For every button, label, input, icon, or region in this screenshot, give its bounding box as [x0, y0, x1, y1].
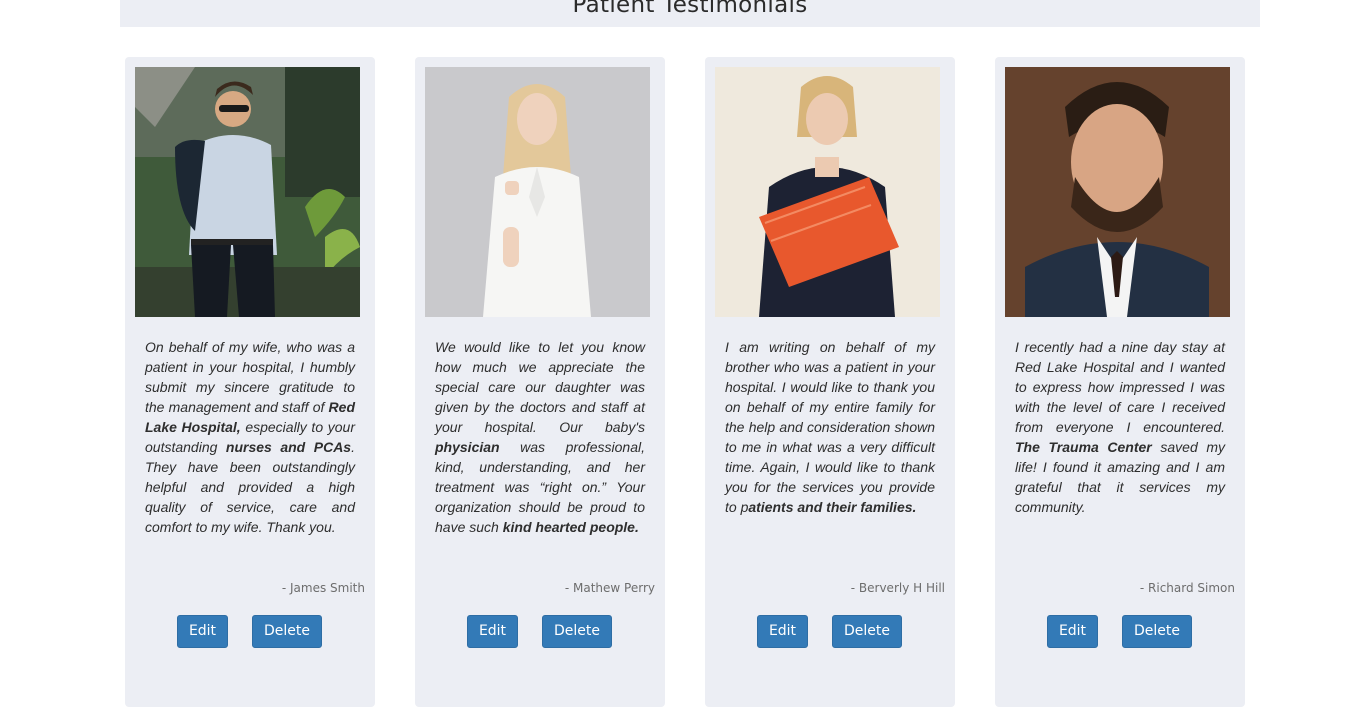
testimonial-photo [715, 67, 940, 317]
testimonial-card: We would like to let you know how much w… [415, 57, 665, 707]
testimonial-quote: We would like to let you know how much w… [435, 339, 645, 535]
edit-button[interactable]: Edit [467, 615, 518, 648]
delete-button[interactable]: Delete [252, 615, 322, 648]
edit-button[interactable]: Edit [757, 615, 808, 648]
testimonial-quote: On behalf of my wife, who was a patient … [145, 339, 355, 535]
edit-button[interactable]: Edit [177, 615, 228, 648]
testimonial-photo [425, 67, 650, 317]
testimonial-card: I recently had a nine day stay at Red La… [995, 57, 1245, 707]
testimonial-author: - Richard Simon [1139, 581, 1235, 595]
section-header: Patient Testimonials [120, 0, 1260, 27]
testimonial-photo [1005, 67, 1230, 317]
edit-button[interactable]: Edit [1047, 615, 1098, 648]
testimonial-author: - James Smith [281, 581, 365, 595]
testimonial-photo [135, 67, 360, 317]
testimonial-card: I am writing on behalf of my brother who… [705, 57, 955, 707]
delete-button[interactable]: Delete [832, 615, 902, 648]
testimonial-author: - Berverly H Hill [850, 581, 945, 595]
delete-button[interactable]: Delete [1122, 615, 1192, 648]
page-title: Patient Testimonials [572, 0, 808, 18]
testimonial-quote: I recently had a nine day stay at Red La… [1015, 339, 1225, 515]
delete-button[interactable]: Delete [542, 615, 612, 648]
testimonial-quote: I am writing on behalf of my brother who… [725, 339, 935, 515]
testimonial-author: - Mathew Perry [564, 581, 655, 595]
testimonial-card: On behalf of my wife, who was a patient … [125, 57, 375, 707]
